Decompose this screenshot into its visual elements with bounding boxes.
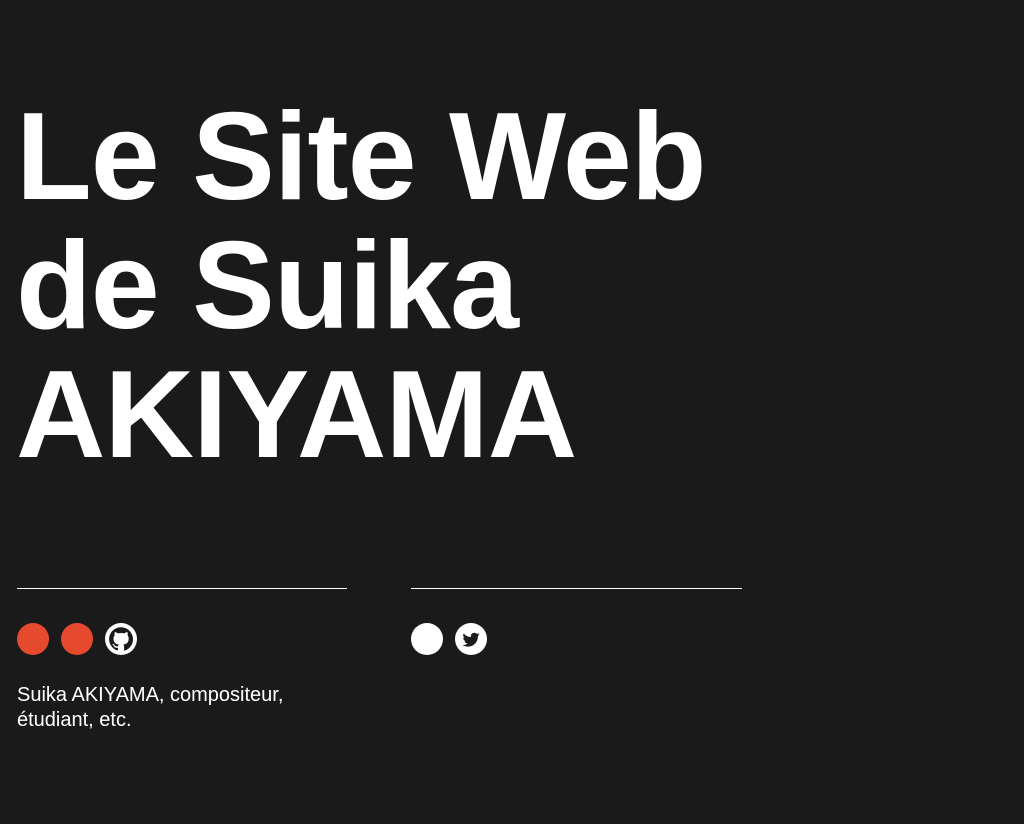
twitter-icon[interactable]	[455, 623, 487, 655]
title-line-3: AKIYAMA	[16, 346, 577, 484]
left-column: Suika AKIYAMA, compositeur, étudiant, et…	[17, 588, 347, 733]
title-line-2: de Suika	[16, 217, 519, 355]
left-icon-row	[17, 623, 347, 655]
title-line-1: Le Site Web	[16, 88, 707, 226]
white-dot-icon[interactable]	[411, 623, 443, 655]
bio-line-1: Suika AKIYAMA, compositeur,	[17, 684, 284, 706]
right-column	[411, 588, 742, 655]
red-dot-icon[interactable]	[17, 623, 49, 655]
page: Le Site Web de Suika AKIYAMA Suika AKIYA…	[0, 0, 1024, 824]
red-dot-icon[interactable]	[61, 623, 93, 655]
github-icon-graphic	[105, 623, 137, 655]
page-title: Le Site Web de Suika AKIYAMA	[16, 93, 816, 480]
divider	[17, 588, 347, 589]
right-icon-row	[411, 623, 742, 655]
github-icon[interactable]	[105, 623, 137, 655]
twitter-icon-graphic	[455, 623, 487, 655]
divider	[411, 588, 742, 589]
bio-line-2: étudiant, etc.	[17, 709, 132, 731]
bio-text: Suika AKIYAMA, compositeur, étudiant, et…	[17, 683, 307, 733]
